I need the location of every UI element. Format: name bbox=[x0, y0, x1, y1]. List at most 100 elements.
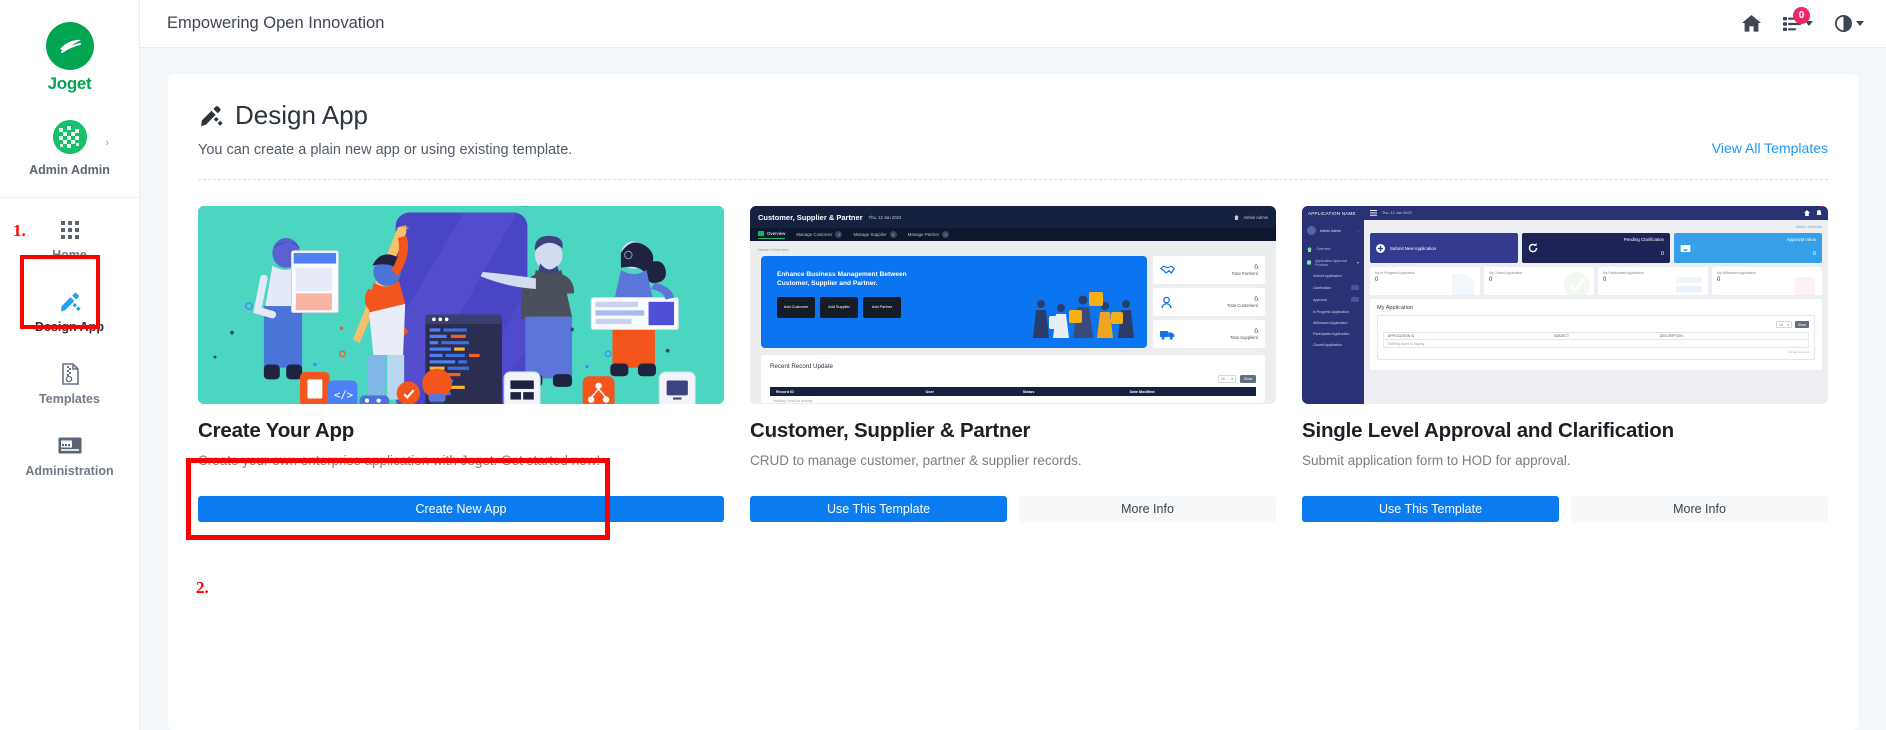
joget-logo-icon bbox=[45, 22, 94, 70]
card-actions: Use This Template More Info bbox=[1302, 496, 1828, 522]
profile-block[interactable]: › Admin Admin bbox=[0, 120, 139, 177]
card-thumbnail[interactable]: </> bbox=[198, 206, 724, 404]
preview-menu-item: Application Approval Process ▾ bbox=[1302, 255, 1364, 270]
preview-table-header: Record ID User Status Date Modified bbox=[770, 387, 1256, 396]
preview-kpi-list: My In Progress Application 0 My Closed A… bbox=[1370, 267, 1822, 295]
contrast-icon[interactable] bbox=[1835, 15, 1864, 32]
preview-hero-button: Add Partner bbox=[863, 297, 901, 318]
chevron-down-icon[interactable] bbox=[1856, 21, 1864, 26]
chevron-right-icon[interactable]: › bbox=[105, 137, 109, 149]
sidebar-item-design-app[interactable]: Design App bbox=[0, 276, 139, 348]
avatar bbox=[1307, 226, 1316, 235]
card-title: Single Level Approval and Clarification bbox=[1302, 419, 1674, 442]
pencil-ruler-icon bbox=[58, 291, 82, 313]
main-area: Empowering Open Innovation 0 Design App … bbox=[140, 0, 1886, 730]
preview-show-button: Show bbox=[1795, 321, 1809, 328]
preview-tab: Manage Supplier 0 bbox=[853, 231, 897, 238]
teamwork-illustration bbox=[1033, 292, 1134, 338]
preview-page-size-select: 10 ▾ bbox=[1776, 321, 1792, 328]
svg-text:</>: </> bbox=[334, 389, 353, 402]
brand-name: Joget bbox=[47, 74, 92, 93]
id-card-icon bbox=[58, 435, 82, 457]
card-description: CRUD to manage customer, partner & suppl… bbox=[750, 453, 1082, 468]
preview-stat-label: Total Partners bbox=[1231, 271, 1258, 276]
preview-menu-item: Clarification bbox=[1302, 282, 1364, 294]
preview-date: Thu, 12 Jan 2023 bbox=[868, 214, 902, 220]
preview-kpi: My Withdrawn Application 0 bbox=[1712, 267, 1822, 295]
more-info-button[interactable]: More Info bbox=[1571, 496, 1828, 522]
preview-tab-badge: 0 bbox=[835, 231, 843, 238]
preview-topbar: APPLICATION NAME Thu, 12 Jan 2023 bbox=[1302, 206, 1828, 220]
inbox-list-icon[interactable]: 0 bbox=[1783, 6, 1813, 32]
preview-hero: Enhance Business Management Between Cust… bbox=[761, 256, 1147, 348]
preview-main: Home / Overview Submit New Application P… bbox=[1364, 220, 1828, 404]
preview-menu-badge bbox=[1351, 297, 1359, 303]
profile-name: Admin Admin bbox=[29, 163, 110, 177]
sidebar: Joget › Admin Admin Home Design App Temp… bbox=[0, 0, 140, 730]
annotation-step-1: 1. bbox=[13, 221, 26, 240]
template-card: </> Create Your App Create your own ente… bbox=[186, 206, 724, 540]
preview-menu-item: Overview bbox=[1302, 243, 1364, 255]
sidebar-item-label: Templates bbox=[39, 391, 100, 406]
annotation-step-2: 2. bbox=[196, 578, 209, 597]
app-root: Joget › Admin Admin Home Design App Temp… bbox=[0, 0, 1886, 730]
use-this-template-button[interactable]: Use This Template bbox=[750, 496, 1007, 522]
inbox-icon bbox=[1680, 244, 1691, 252]
template-card: APPLICATION NAME Thu, 12 Jan 2023 Admin … bbox=[1302, 206, 1828, 522]
use-this-template-button[interactable]: Use This Template bbox=[1302, 496, 1559, 522]
card-thumbnail[interactable]: Customer, Supplier & Partner Thu, 12 Jan… bbox=[750, 206, 1276, 404]
panel-title: Design App bbox=[198, 100, 572, 131]
preview-tab: Manage Customer 0 bbox=[796, 231, 843, 238]
sidebar-item-administration[interactable]: Administration bbox=[0, 420, 139, 492]
panel-title-text: Design App bbox=[235, 100, 368, 130]
panel-subtitle: You can create a plain new app or using … bbox=[198, 142, 573, 158]
preview-stat-value: 0 bbox=[1254, 296, 1258, 303]
preview-stat: 0 Total Partners bbox=[1153, 256, 1265, 284]
card-description: Submit application form to HOD for appro… bbox=[1302, 453, 1571, 468]
card-thumbnail[interactable]: APPLICATION NAME Thu, 12 Jan 2023 Admin … bbox=[1302, 206, 1828, 404]
chevron-right-icon: › bbox=[1357, 228, 1359, 233]
card-title: Customer, Supplier & Partner bbox=[750, 419, 1031, 442]
preview-stat-label: Total Customers bbox=[1226, 303, 1258, 308]
home-icon[interactable] bbox=[1742, 15, 1761, 32]
preview-table-header: APPLICATION ID SUBJECT DESCRIPTION bbox=[1383, 332, 1809, 340]
process-icon bbox=[1307, 260, 1312, 265]
create-app-illustration: </> bbox=[198, 206, 724, 404]
brand-logo[interactable]: Joget bbox=[45, 22, 94, 94]
avatar bbox=[52, 120, 87, 154]
preview-topbar: Customer, Supplier & Partner Thu, 12 Jan… bbox=[750, 206, 1276, 228]
preview-table-panel: My Application 10 ▾ Show APPLICATION ID … bbox=[1370, 299, 1822, 370]
topbar-actions: 0 bbox=[1742, 6, 1864, 32]
notification-bell: 0 bbox=[1816, 206, 1825, 222]
preview-menu-badge bbox=[1351, 285, 1359, 291]
preview-tile-list: Submit New Application Pending Clarifica… bbox=[1370, 233, 1822, 263]
preview-kpi: My Closed Application 0 bbox=[1484, 267, 1594, 295]
card-description: Create your own enterprise application w… bbox=[198, 453, 601, 468]
preview-table-controls: 10 ▾ Show bbox=[1383, 321, 1809, 328]
preview-menu-item: Participated Application bbox=[1313, 331, 1350, 336]
preview-stat-label: Total Suppliers bbox=[1229, 335, 1258, 340]
preview-tab-badge: 0 bbox=[889, 231, 897, 238]
preview-tile-value: 0 bbox=[1812, 250, 1816, 257]
hamburger-icon bbox=[1370, 210, 1377, 216]
create-new-app-button[interactable]: Create New App bbox=[198, 496, 724, 522]
preview-table-controls: 10 ▾ Show bbox=[770, 375, 1256, 383]
preview-app-name: Customer, Supplier & Partner bbox=[758, 212, 863, 222]
sidebar-item-templates[interactable]: Templates bbox=[0, 348, 139, 420]
preview-tile-value: 0 bbox=[1660, 250, 1664, 257]
preview-kpi: My In Progress Application 0 bbox=[1370, 267, 1480, 295]
panel-divider bbox=[198, 179, 1828, 180]
preview-tile-label: Approval Inbox bbox=[1786, 236, 1816, 242]
card-title: Create Your App bbox=[198, 419, 355, 442]
approval-template-preview: APPLICATION NAME Thu, 12 Jan 2023 Admin … bbox=[1302, 206, 1828, 404]
preview-hero-button: Add Supplier bbox=[820, 297, 858, 318]
preview-menu-item: Approval bbox=[1302, 294, 1364, 306]
preview-column-header: Record ID bbox=[776, 389, 794, 394]
view-all-templates-link[interactable]: View All Templates bbox=[1712, 140, 1828, 158]
preview-tile-label: Pending Clarification bbox=[1623, 236, 1664, 242]
preview-tab: Overview bbox=[758, 230, 786, 239]
template-card-list: </> Create Your App Create your own ente… bbox=[186, 206, 1828, 540]
preview-stat: 0 Total Suppliers bbox=[1153, 320, 1265, 348]
preview-menu-item: Submit Application bbox=[1313, 273, 1342, 278]
more-info-button[interactable]: More Info bbox=[1019, 496, 1276, 522]
